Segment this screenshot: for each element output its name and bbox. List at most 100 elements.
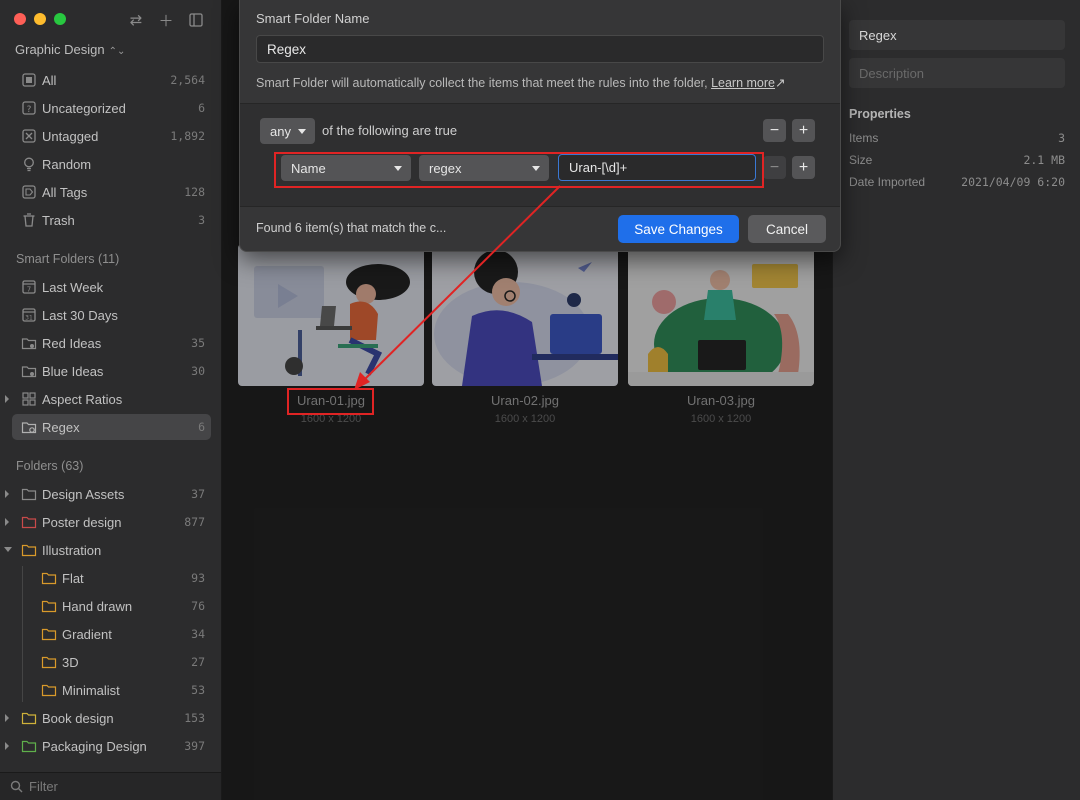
sidebar-item-label: Packaging Design bbox=[42, 738, 147, 754]
sidebar-item-label: Random bbox=[42, 156, 92, 172]
zoom-window-button[interactable] bbox=[54, 13, 66, 25]
thumbnail-uran-03[interactable] bbox=[628, 244, 814, 386]
folder-icon bbox=[20, 486, 37, 503]
folder-icon bbox=[40, 654, 57, 671]
sidebar-item-label: Regex bbox=[42, 419, 80, 435]
property-value: 3 bbox=[1058, 131, 1065, 145]
sidebar-item-last-week[interactable]: 7 Last Week bbox=[12, 274, 211, 300]
remove-group-button[interactable]: − bbox=[763, 119, 786, 142]
close-window-button[interactable] bbox=[14, 13, 26, 25]
annotation-rule-highlight bbox=[274, 152, 764, 188]
trash-icon bbox=[20, 212, 37, 229]
thumbnail-uran-02[interactable] bbox=[432, 244, 618, 386]
sidebar-folder-design-assets[interactable]: Design Assets 37 bbox=[5, 481, 211, 507]
add-group-button[interactable]: + bbox=[792, 119, 815, 142]
smart-folders-title: Smart Folders (11) bbox=[16, 252, 120, 266]
sidebar-item-all[interactable]: All 2,564 bbox=[12, 67, 211, 93]
illustration-image bbox=[628, 244, 814, 386]
smart-folder-name-input[interactable]: Regex bbox=[256, 35, 824, 63]
thumbnail-uran-01[interactable] bbox=[238, 244, 424, 386]
sidebar-item-untagged[interactable]: Untagged 1,892 bbox=[12, 123, 211, 149]
sidebar-folder-packaging-design[interactable]: Packaging Design 397 bbox=[5, 733, 211, 759]
property-key: Items bbox=[849, 131, 879, 145]
sidebar-item-trash[interactable]: Trash 3 bbox=[12, 207, 211, 233]
lightbulb-icon bbox=[20, 156, 37, 173]
minimize-window-button[interactable] bbox=[34, 13, 46, 25]
inspector-description-field[interactable]: Description bbox=[849, 58, 1065, 88]
uncategorized-icon: ? bbox=[20, 100, 37, 117]
cancel-button[interactable]: Cancel bbox=[748, 215, 826, 243]
library-title: Graphic Design bbox=[15, 42, 105, 57]
sidebar-item-uncategorized[interactable]: ? Uncategorized 6 bbox=[12, 95, 211, 121]
calendar-31-icon: 31 bbox=[20, 307, 37, 324]
property-key: Date Imported bbox=[849, 175, 926, 189]
match-mode-select[interactable]: any bbox=[260, 118, 315, 144]
add-rule-button[interactable]: + bbox=[792, 156, 815, 179]
sidebar-item-red-ideas[interactable]: Red Ideas 35 bbox=[12, 330, 211, 356]
expand-caret-icon[interactable] bbox=[5, 714, 9, 722]
sidebar-item-regex[interactable]: Regex 6 bbox=[12, 414, 211, 440]
save-changes-button[interactable]: Save Changes bbox=[618, 215, 739, 243]
grid-icon bbox=[20, 391, 37, 408]
sidebar-item-label: Aspect Ratios bbox=[42, 391, 123, 407]
help-text: Smart Folder will automatically collect … bbox=[256, 76, 708, 90]
sidebar-folder-3d[interactable]: 3D 27 bbox=[32, 649, 211, 675]
sidebar-item-count: 3 bbox=[198, 213, 205, 227]
folder-icon bbox=[40, 626, 57, 643]
thumbnail-dimensions: 1600 x 1200 bbox=[494, 413, 556, 425]
sidebar-folder-poster-design[interactable]: Poster design 877 bbox=[5, 509, 211, 535]
folders-title: Folders (63) bbox=[16, 459, 84, 473]
remove-rule-button[interactable]: − bbox=[763, 156, 786, 179]
sidebar-item-label: Trash bbox=[42, 212, 75, 228]
sidebar-item-count: 34 bbox=[191, 627, 205, 641]
svg-text:7: 7 bbox=[26, 286, 30, 294]
divider bbox=[240, 206, 840, 207]
sidebar-item-count: 37 bbox=[191, 487, 205, 501]
inspector-name-field[interactable]: Regex bbox=[849, 20, 1065, 50]
expand-caret-icon[interactable] bbox=[5, 518, 9, 526]
sidebar-item-label: Illustration bbox=[42, 542, 102, 558]
sidebar-folder-flat[interactable]: Flat 93 bbox=[32, 565, 211, 591]
sidebar-item-last-30-days[interactable]: 31 Last 30 Days bbox=[12, 302, 211, 328]
swap-library-icon[interactable]: ⇄ bbox=[128, 12, 144, 29]
sidebar-item-random[interactable]: Random bbox=[12, 151, 211, 177]
collapse-caret-icon[interactable] bbox=[4, 547, 12, 552]
expand-caret-icon[interactable] bbox=[5, 490, 9, 498]
folder-icon bbox=[40, 598, 57, 615]
sidebar-item-blue-ideas[interactable]: Blue Ideas 30 bbox=[12, 358, 211, 384]
add-icon[interactable]: ＋ bbox=[158, 12, 174, 30]
sidebar-folder-illustration[interactable]: Illustration bbox=[4, 537, 211, 563]
illustration-image bbox=[432, 244, 618, 386]
property-row: Size 2.1 MB bbox=[849, 153, 1065, 167]
sidebar-folder-gradient[interactable]: Gradient 34 bbox=[32, 621, 211, 647]
sidebar-folder-hand-drawn[interactable]: Hand drawn 76 bbox=[32, 593, 211, 619]
property-value: 2021/04/09 6:20 bbox=[961, 175, 1065, 189]
sidebar-item-count: 128 bbox=[184, 185, 205, 199]
property-key: Size bbox=[849, 153, 873, 167]
tag-icon bbox=[20, 184, 37, 201]
expand-caret-icon[interactable] bbox=[5, 742, 9, 750]
learn-more-link[interactable]: Learn more bbox=[711, 76, 775, 90]
thumbnail-name: Uran-02.jpg bbox=[491, 393, 559, 408]
sidebar-item-count: 1,892 bbox=[170, 129, 205, 143]
sidebar-item-aspect-ratios[interactable]: Aspect Ratios bbox=[5, 386, 211, 412]
library-switcher[interactable]: Graphic Design ⌃⌄ bbox=[15, 42, 125, 57]
filter-input-placeholder: Filter bbox=[29, 779, 58, 794]
all-items-icon bbox=[20, 72, 37, 89]
sidebar-item-label: Flat bbox=[62, 570, 84, 586]
sidebar-item-label: Last Week bbox=[42, 279, 104, 295]
sidebar-item-count: 35 bbox=[191, 336, 205, 350]
sidebar-item-label: Uncategorized bbox=[42, 100, 126, 116]
sidebar-folder-book-design[interactable]: Book design 153 bbox=[5, 705, 211, 731]
chevron-updown-icon: ⌃⌄ bbox=[108, 46, 126, 57]
sidebar-toolbar: ⇄ ＋ bbox=[128, 12, 204, 30]
sidebar-folder-minimalist[interactable]: Minimalist 53 bbox=[32, 677, 211, 703]
expand-caret-icon[interactable] bbox=[5, 395, 9, 403]
sidebar-item-label: Hand drawn bbox=[62, 598, 133, 614]
property-row: Date Imported 2021/04/09 6:20 bbox=[849, 175, 1065, 189]
sidebar-item-all-tags[interactable]: All Tags 128 bbox=[12, 179, 211, 205]
sidebar-filter-bar[interactable]: Filter bbox=[0, 772, 221, 800]
folder-icon bbox=[40, 682, 57, 699]
toggle-sidebar-icon[interactable] bbox=[188, 12, 204, 28]
folder-icon bbox=[20, 710, 37, 727]
